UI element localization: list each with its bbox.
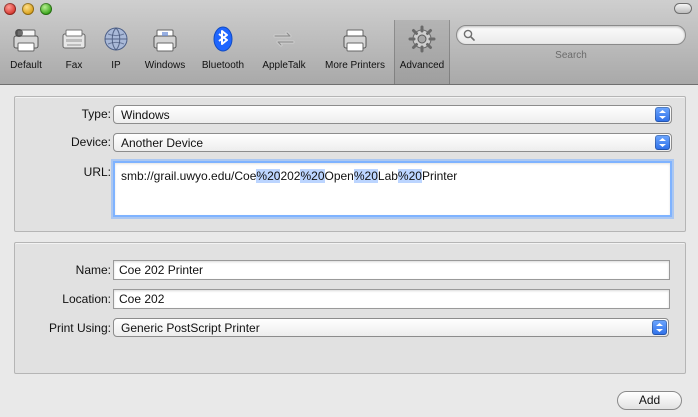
toolbar-item-label: IP (111, 60, 121, 71)
type-label: Type: (81, 107, 111, 121)
location-label: Location: (62, 292, 111, 306)
default-printer-icon (11, 24, 41, 54)
name-field[interactable]: Coe 202 Printer (113, 260, 670, 280)
search-icon (463, 29, 475, 41)
select-stepper-icon (652, 320, 667, 335)
url-part: Lab (377, 169, 398, 183)
device-select[interactable]: Another Device (113, 133, 672, 152)
bluetooth-icon (208, 24, 238, 54)
toolbar-item-more-printers[interactable]: More Printers (316, 20, 394, 84)
window-controls (4, 3, 52, 15)
toolbar-item-label: Bluetooth (201, 60, 245, 71)
windows-printer-icon (150, 24, 180, 54)
url-part: Printer (421, 169, 458, 183)
more-printers-icon (340, 24, 370, 54)
toolbar-item-ip[interactable]: IP (96, 20, 136, 84)
select-stepper-icon (655, 107, 670, 122)
toolbar: Default Fax IP Windows Bluetooth AppleTa… (0, 20, 698, 84)
url-part-highlight: %20 (397, 169, 422, 183)
type-select-value: Windows (121, 108, 170, 122)
url-part: Open (324, 169, 354, 183)
name-label: Name: (75, 263, 111, 277)
toolbar-item-advanced[interactable]: Advanced (394, 20, 450, 84)
toolbar-item-fax[interactable]: Fax (52, 20, 96, 84)
add-button[interactable]: Add (617, 391, 682, 410)
device-select-value: Another Device (121, 136, 204, 150)
unified-titlebar-toolbar: Default Fax IP Windows Bluetooth AppleTa… (0, 0, 698, 85)
connection-panel: Type: Windows Device: Another Device URL… (14, 96, 686, 232)
search-input[interactable] (456, 25, 686, 45)
toolbar-item-label: Fax (65, 60, 83, 71)
url-part-highlight: %20 (256, 169, 281, 183)
location-field[interactable]: Coe 202 (113, 289, 670, 309)
url-part: 202 (280, 169, 301, 183)
ip-globe-icon (101, 24, 131, 54)
device-label: Device: (70, 135, 111, 149)
url-part: smb://grail.uwyo.edu/Coe (121, 169, 257, 183)
toolbar-item-windows[interactable]: Windows (136, 20, 194, 84)
fax-icon (59, 24, 89, 54)
print-using-select[interactable]: Generic PostScript Printer (113, 318, 669, 337)
toolbar-toggle-button[interactable] (674, 3, 692, 14)
toolbar-item-label: Advanced (399, 60, 445, 71)
gear-icon (407, 24, 437, 54)
zoom-window-button[interactable] (40, 3, 52, 15)
url-field[interactable]: smb://grail.uwyo.edu/Coe%20202%20Open%20… (113, 161, 672, 217)
url-label: URL: (83, 165, 111, 179)
toolbar-item-label: Default (10, 60, 42, 71)
printer-details-panel: Name: Coe 202 Printer Location: Coe 202 … (14, 242, 686, 374)
toolbar-item-label: Windows (144, 60, 186, 71)
appletalk-icon (269, 24, 299, 54)
print-using-select-value: Generic PostScript Printer (121, 321, 260, 335)
add-printer-window: Default Fax IP Windows Bluetooth AppleTa… (0, 0, 698, 417)
toolbar-item-label: More Printers (324, 60, 385, 71)
url-part-highlight: %20 (300, 169, 325, 183)
toolbar-item-appletalk[interactable]: AppleTalk (252, 20, 316, 84)
type-select[interactable]: Windows (113, 105, 672, 124)
search-area: Search (456, 25, 688, 73)
toolbar-item-default[interactable]: Default (0, 20, 52, 84)
select-stepper-icon (655, 135, 670, 150)
url-part-highlight: %20 (353, 169, 378, 183)
search-label: Search (555, 50, 587, 61)
minimize-window-button[interactable] (22, 3, 34, 15)
toolbar-item-bluetooth[interactable]: Bluetooth (194, 20, 252, 84)
close-window-button[interactable] (4, 3, 16, 15)
print-using-label: Print Using: (48, 321, 111, 335)
toolbar-item-label: AppleTalk (262, 60, 306, 71)
